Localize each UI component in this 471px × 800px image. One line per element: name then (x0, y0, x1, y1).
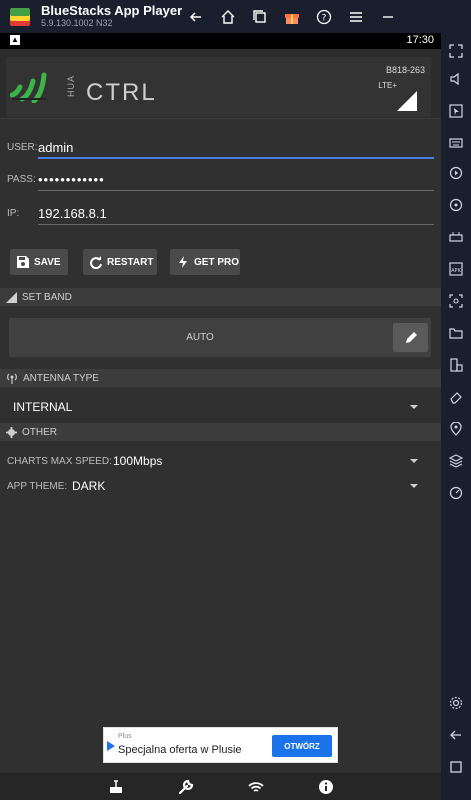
save-button[interactable]: SAVE (10, 249, 68, 275)
user-field[interactable]: USER: admin (7, 133, 434, 159)
router-icon[interactable] (104, 778, 128, 800)
status-time: 17:30 (406, 34, 434, 46)
menu-icon[interactable] (340, 0, 372, 33)
antenna-icon (7, 373, 17, 384)
keyboard-icon[interactable] (446, 133, 466, 153)
bolt-icon (179, 256, 187, 268)
logo-prefix: HUA (66, 74, 76, 97)
user-input[interactable]: admin (38, 140, 73, 155)
gift-icon[interactable] (276, 0, 308, 33)
signal-strength-icon (397, 91, 417, 116)
back-arrow-icon[interactable] (446, 725, 466, 745)
dropdown-arrow-icon (410, 459, 418, 463)
screenshot-icon[interactable] (446, 291, 466, 311)
fullscreen-icon[interactable] (446, 41, 466, 61)
ad-brand: Plus (118, 733, 132, 740)
ad-play-icon (107, 741, 115, 751)
ip-field[interactable]: IP: 192.168.8.1 (7, 199, 434, 225)
charts-speed-dropdown[interactable]: CHARTS MAX SPEED: 100Mbps (7, 449, 431, 473)
save-label: SAVE (34, 256, 61, 268)
window-title: BlueStacks App Player (41, 3, 183, 18)
eraser-icon[interactable] (446, 387, 466, 407)
app-theme-dropdown[interactable]: APP THEME: DARK (7, 474, 431, 498)
window-titlebar: BlueStacks App Player 5.9.130.1002 N32 ? (0, 0, 471, 33)
folder-icon[interactable] (446, 323, 466, 343)
pass-field[interactable]: PASS: •••••••••••• (7, 165, 434, 191)
multi-instance-icon[interactable] (446, 355, 466, 375)
help-icon[interactable]: ? (308, 0, 340, 33)
notification-icon: ▲ (10, 35, 20, 45)
charts-speed-value: 100Mbps (113, 454, 163, 468)
gear-icon (6, 426, 17, 438)
ad-banner[interactable]: Plus Specjalna oferta w Plusie OTWÓRZ (103, 727, 338, 763)
back-icon[interactable] (180, 0, 212, 33)
window-version: 5.9.130.1002 N32 (41, 18, 113, 28)
bluestacks-logo (7, 4, 33, 30)
set-band-title: SET BAND (22, 291, 72, 303)
ad-open-button[interactable]: OTWÓRZ (272, 735, 332, 757)
dropdown-arrow-icon (410, 405, 418, 409)
pass-label: PASS: (7, 174, 36, 185)
antenna-dropdown[interactable]: INTERNAL (7, 395, 431, 419)
signal-edit-icon (6, 291, 17, 303)
band-selector[interactable]: AUTO (9, 318, 431, 357)
band-value: AUTO (186, 332, 214, 343)
antenna-header: ANTENNA TYPE (0, 369, 441, 387)
antenna-title: ANTENNA TYPE (23, 372, 99, 384)
refresh-icon (90, 256, 102, 269)
controls-icon[interactable] (446, 227, 466, 247)
ad-text: Specjalna oferta w Plusie (118, 744, 242, 756)
wifi-icon[interactable] (244, 778, 268, 800)
save-icon (17, 256, 29, 268)
pass-input[interactable]: •••••••••••• (38, 172, 105, 187)
volume-icon[interactable] (446, 69, 466, 89)
get-pro-button[interactable]: GET PRO (170, 249, 240, 275)
bottom-navigation (0, 773, 441, 800)
square-icon[interactable] (446, 757, 466, 777)
user-label: USER: (7, 142, 38, 153)
user-underline (38, 157, 434, 159)
header-panel: HUA CTRL B818-263 LTE+ (6, 57, 431, 117)
home-icon[interactable] (212, 0, 244, 33)
apk-icon[interactable]: APK (446, 259, 466, 279)
get-pro-label: GET PRO (194, 256, 240, 268)
minimize-icon[interactable] (372, 0, 404, 33)
network-type: LTE+ (378, 81, 397, 90)
ip-underline (38, 224, 434, 225)
ip-label: IP: (7, 208, 20, 219)
android-status-bar: ▲ 17:30 (0, 33, 441, 49)
ip-input[interactable]: 192.168.8.1 (38, 206, 107, 221)
antenna-value: INTERNAL (13, 400, 73, 414)
speed-icon[interactable] (446, 483, 466, 503)
wrench-icon[interactable] (174, 778, 198, 800)
signal-logo-icon (9, 69, 50, 108)
other-title: OTHER (22, 426, 57, 438)
location-icon[interactable] (446, 419, 466, 439)
macro-icon[interactable] (446, 163, 466, 183)
settings-icon[interactable] (446, 693, 466, 713)
edit-band-button[interactable] (393, 323, 428, 352)
set-band-header: SET BAND (0, 288, 441, 306)
restart-label: RESTART (107, 256, 154, 268)
router-model: B818-263 (385, 65, 425, 75)
charts-speed-label: CHARTS MAX SPEED: (7, 456, 112, 467)
sync-icon[interactable] (446, 195, 466, 215)
svg-text:APK: APK (451, 268, 461, 274)
layers-icon[interactable] (446, 451, 466, 471)
multi-window-icon[interactable] (244, 0, 276, 33)
app-content: HUA CTRL B818-263 LTE+ USER: admin PASS:… (0, 49, 441, 800)
info-icon[interactable] (314, 778, 338, 800)
pencil-icon (405, 331, 417, 343)
logo-word: CTRL (86, 79, 157, 106)
dropdown-arrow-icon (410, 484, 418, 488)
pass-underline (38, 190, 434, 191)
app-theme-value: DARK (72, 479, 106, 493)
pointer-icon[interactable] (446, 101, 466, 121)
app-header: HUA CTRL B818-263 LTE+ (0, 49, 441, 119)
other-header: OTHER (0, 423, 441, 441)
svg-text:?: ? (322, 13, 327, 23)
restart-button[interactable]: RESTART (83, 249, 157, 275)
app-theme-label: APP THEME: (7, 481, 68, 492)
bluestacks-sidebar: APK (441, 33, 471, 800)
